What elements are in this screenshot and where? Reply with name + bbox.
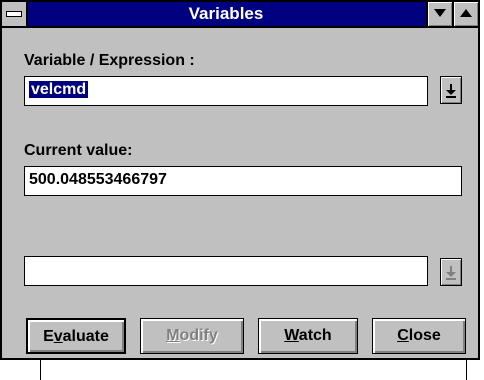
dropdown-arrow-icon bbox=[446, 84, 456, 98]
maximize-button[interactable] bbox=[452, 2, 478, 26]
underlying-window-border-right bbox=[466, 360, 467, 380]
new-value-input[interactable] bbox=[24, 256, 428, 286]
current-value-text: 500.048553466797 bbox=[29, 171, 167, 188]
new-value-dropdown[interactable] bbox=[440, 258, 462, 286]
watch-button[interactable]: Watch bbox=[258, 318, 358, 354]
expression-input[interactable]: velcmd bbox=[24, 76, 428, 106]
modify-label-post: odify bbox=[179, 327, 218, 344]
current-value-field: 500.048553466797 bbox=[24, 166, 462, 196]
expression-history-dropdown[interactable] bbox=[440, 76, 462, 104]
expression-label: Variable / Expression : bbox=[24, 52, 195, 69]
watch-label-key: W bbox=[284, 327, 299, 344]
evaluate-button[interactable]: Evaluate bbox=[26, 318, 126, 354]
close-button[interactable]: Close bbox=[372, 318, 466, 354]
watch-label-post: atch bbox=[298, 327, 332, 344]
evaluate-label-post: aluate bbox=[62, 328, 109, 345]
evaluate-label-key: v bbox=[53, 328, 63, 345]
close-label-post: lose bbox=[408, 327, 441, 344]
dropdown-arrow-disabled-icon bbox=[446, 266, 456, 280]
modify-label-key: M bbox=[166, 327, 180, 344]
variables-dialog: Variables Variable / Expression : velcmd… bbox=[0, 0, 480, 360]
expression-value: velcmd bbox=[29, 81, 89, 98]
window-title: Variables bbox=[188, 4, 264, 23]
minimize-button[interactable] bbox=[426, 2, 452, 26]
system-menu-icon bbox=[6, 11, 22, 17]
evaluate-label-pre: E bbox=[43, 328, 54, 345]
underlying-window-border-left bbox=[40, 360, 41, 380]
triangle-up-icon bbox=[460, 9, 472, 17]
modify-button[interactable]: Modify bbox=[140, 318, 244, 354]
system-menu-button[interactable] bbox=[2, 2, 28, 26]
triangle-down-icon bbox=[434, 9, 446, 17]
close-label-key: C bbox=[397, 327, 409, 344]
desktop-background bbox=[0, 360, 484, 380]
title-bar[interactable]: Variables bbox=[2, 2, 478, 28]
current-value-label: Current value: bbox=[24, 142, 133, 159]
